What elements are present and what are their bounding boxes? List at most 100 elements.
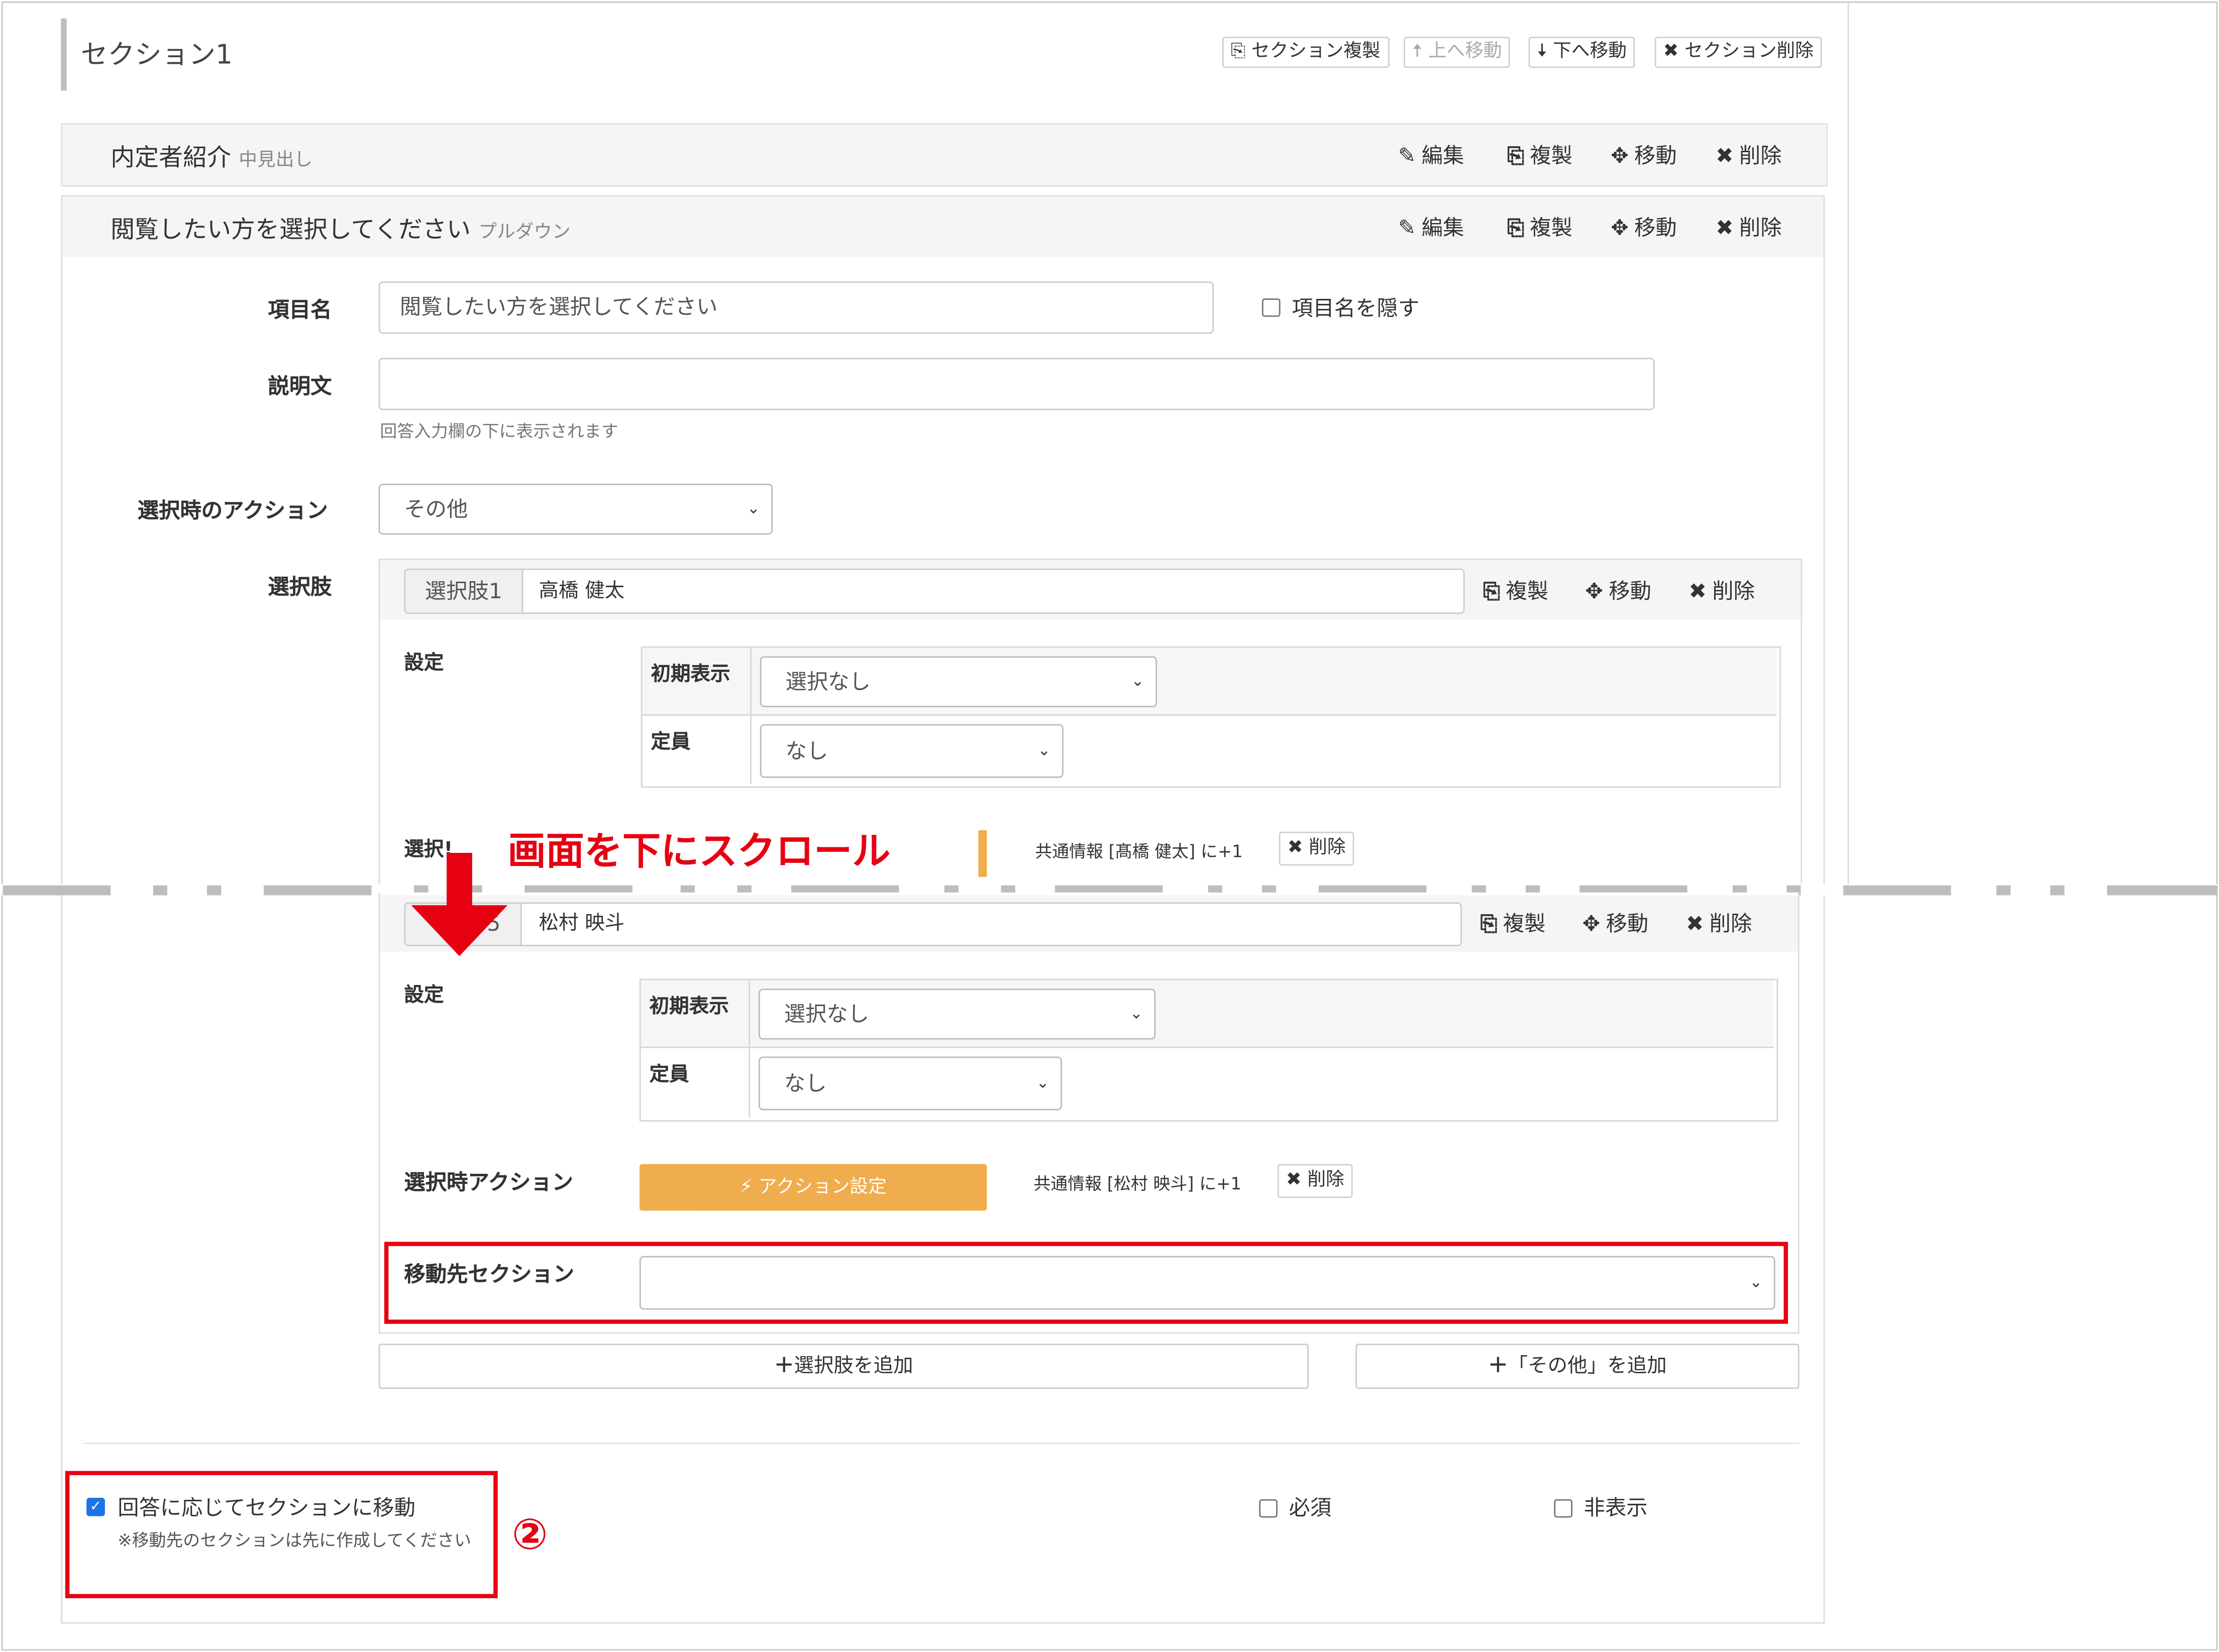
cut-line-dash: [153, 885, 168, 896]
cut-line-dash: [2050, 885, 2065, 896]
arrow-up-icon: 🠅: [1412, 41, 1428, 62]
move-icon: ✥: [1611, 143, 1629, 169]
choice-delete-button[interactable]: ✖ 削除: [1688, 576, 1755, 605]
common-info-delete-button[interactable]: ✖ 削除: [1279, 831, 1354, 866]
settings-label: 設定: [404, 652, 444, 675]
move-button[interactable]: ✥ 移動: [1611, 212, 1677, 242]
close-icon: ✖: [1286, 1169, 1308, 1191]
move-button[interactable]: ✥ 移動: [1611, 140, 1677, 170]
chevron-down-icon: ⌄: [1037, 741, 1051, 760]
hide-name-checkbox[interactable]: [1261, 298, 1281, 317]
section-delete-button[interactable]: ✖ セクション削除: [1654, 37, 1822, 68]
capacity-select[interactable]: なし ⌄: [760, 724, 1064, 778]
lightning-icon: ⚡: [739, 1176, 759, 1198]
screenshot-stage: セクション1 ⎘ セクション複製 🠅 上へ移動 🠇 下へ移動 ✖ セクション削除…: [0, 0, 2219, 1652]
cut-line-dash: [3, 885, 111, 896]
item-type: 中見出し: [239, 150, 313, 171]
copy-icon: ⎘: [1507, 143, 1525, 169]
hidden-checkbox[interactable]: [1554, 1499, 1573, 1518]
section-marker: [61, 18, 67, 91]
choice-copy-button[interactable]: ⎘ 複製: [1483, 576, 1548, 605]
initial-label: 初期表示: [651, 663, 730, 686]
delete-button[interactable]: ✖ 削除: [1716, 140, 1782, 170]
description-input[interactable]: [378, 358, 1655, 410]
choice-move-button[interactable]: ✥ 移動: [1585, 576, 1651, 605]
action-button-edge[interactable]: [978, 830, 987, 877]
copy-icon: ⎘: [1507, 215, 1525, 241]
settings-table-2: 初期表示 選択なし ⌄ 定員 なし ⌄: [639, 978, 1778, 1122]
choice-input-group-2: 5 松村 映斗: [404, 902, 1462, 946]
edit-button[interactable]: ✎ 編集: [1398, 212, 1464, 242]
initial-select[interactable]: 選択なし ⌄: [758, 988, 1156, 1040]
plus-icon: ＋: [774, 1355, 794, 1378]
copy-icon: ⎘: [1483, 578, 1501, 604]
item-title: 内定者紹介 中見出し: [111, 144, 313, 173]
cut-line-dash: [207, 885, 222, 896]
plus-icon: ＋: [1488, 1355, 1508, 1378]
choice-copy-button[interactable]: ⎘ 複製: [1481, 908, 1546, 938]
description-label: 説明文: [268, 373, 332, 399]
section-title: セクション1: [80, 39, 233, 71]
edit-button[interactable]: ✎ 編集: [1398, 140, 1464, 170]
settings-divider: [749, 980, 751, 1118]
section-move-down-button[interactable]: 🠇 下へ移動: [1528, 37, 1635, 68]
footer-separator: [83, 1443, 1800, 1445]
close-icon: ✖: [1663, 41, 1685, 62]
description-help: 回答入力欄の下に表示されます: [380, 421, 618, 442]
capacity-label: 定員: [649, 1063, 689, 1086]
delete-button[interactable]: ✖ 削除: [1716, 212, 1782, 242]
common-info: 共通情報 [松村 映斗] に+1: [1033, 1174, 1242, 1194]
item-name-label: 項目名: [268, 297, 332, 323]
add-choice-button[interactable]: ＋選択肢を追加: [378, 1344, 1309, 1389]
item-name-input[interactable]: 閲覧したい方を選択してください: [378, 281, 1214, 334]
item-type: プルダウン: [478, 222, 571, 244]
settings-divider: [750, 647, 752, 784]
copy-button[interactable]: ⎘ 複製: [1507, 212, 1572, 242]
item-title: 閲覧したい方を選択してください プルダウン: [111, 216, 571, 245]
capacity-select[interactable]: なし ⌄: [758, 1056, 1062, 1111]
required-checkbox[interactable]: [1259, 1499, 1278, 1518]
move-icon: ✥: [1582, 911, 1601, 937]
cut-line-dash: [1843, 885, 1951, 896]
section-move-up-button[interactable]: 🠅 上へ移動: [1404, 37, 1511, 68]
choice-delete-button[interactable]: ✖ 削除: [1686, 908, 1752, 938]
close-icon: ✖: [1688, 578, 1707, 604]
choice-value-input[interactable]: 高橋 健太: [539, 570, 625, 612]
hidden-label: 非表示: [1583, 1495, 1648, 1521]
initial-label: 初期表示: [649, 996, 729, 1019]
close-icon: ✖: [1716, 143, 1734, 169]
choice-value-input[interactable]: 松村 映斗: [539, 904, 625, 945]
required-label: 必須: [1289, 1495, 1332, 1521]
chevron-down-icon: ⌄: [1131, 672, 1144, 691]
highlight-box-branch: [65, 1471, 498, 1598]
pencil-icon: ✎: [1398, 143, 1416, 169]
close-icon: ✖: [1287, 837, 1309, 859]
close-icon: ✖: [1685, 911, 1704, 937]
move-icon: ✥: [1611, 215, 1629, 241]
settings-table-1: 初期表示 選択なし ⌄ 定員 なし ⌄: [641, 646, 1781, 788]
choice-move-button[interactable]: ✥ 移動: [1582, 908, 1649, 938]
scroll-arrow-shaft: [447, 852, 472, 910]
chevron-down-icon: ⌄: [1129, 1004, 1143, 1023]
chevron-down-icon: ⌄: [747, 499, 760, 518]
hide-name-label: 項目名を隠す: [1292, 295, 1420, 321]
add-other-button[interactable]: ＋「その他」を追加: [1355, 1344, 1800, 1389]
step-number: ②: [511, 1510, 548, 1560]
action-settings-button[interactable]: ⚡ アクション設定: [639, 1164, 987, 1211]
select-action-label-partial: 選択!: [404, 838, 453, 861]
copy-button[interactable]: ⎘ 複製: [1507, 140, 1572, 170]
cut-line-dash: [1996, 885, 2011, 896]
choices-label: 選択肢: [268, 574, 332, 600]
arrow-down-icon: [411, 905, 508, 956]
capacity-label: 定員: [651, 731, 691, 754]
section-duplicate-button[interactable]: ⎘ セクション複製: [1222, 37, 1389, 68]
choice-prefix: 選択肢1: [405, 570, 523, 613]
cut-line-dash: [263, 885, 372, 896]
select-action-dropdown[interactable]: その他 ⌄: [378, 484, 773, 535]
pencil-icon: ✎: [1398, 215, 1416, 241]
scroll-annotation: 画面を下にスクロール: [507, 830, 891, 874]
common-info-delete-button[interactable]: ✖ 削除: [1277, 1164, 1353, 1198]
select-action-label: 選択時アクション: [404, 1169, 573, 1195]
initial-select[interactable]: 選択なし ⌄: [760, 656, 1157, 707]
copy-icon: ⎘: [1230, 41, 1251, 62]
